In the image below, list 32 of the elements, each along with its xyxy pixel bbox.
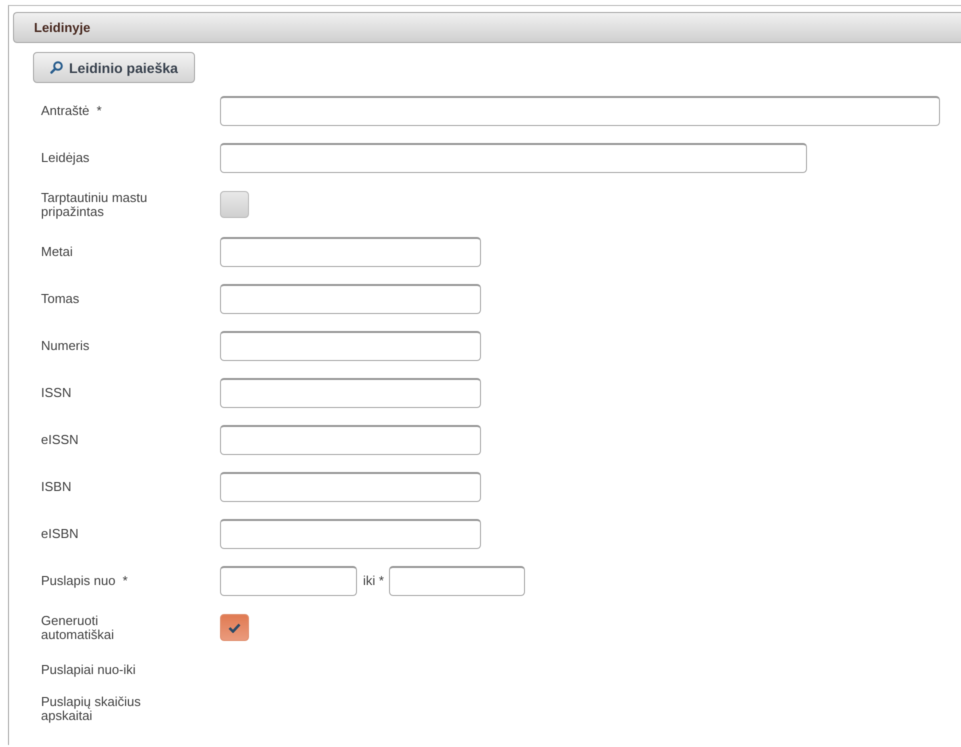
- panel-header: Leidinyje: [13, 12, 961, 43]
- field-label: Antraštė *: [41, 104, 103, 118]
- checkbox[interactable]: [220, 191, 249, 218]
- text-field[interactable]: [220, 142, 807, 172]
- field-label: eISBN: [41, 526, 80, 540]
- field-label: ISSN: [41, 386, 72, 400]
- search-icon: [50, 61, 63, 74]
- search-button[interactable]: Leidinio paieška: [33, 52, 195, 83]
- text-field[interactable]: [220, 518, 481, 548]
- field-label: Metai: [41, 244, 74, 258]
- text-field[interactable]: [220, 424, 481, 454]
- check-icon: [228, 622, 241, 632]
- checkbox[interactable]: [220, 614, 249, 641]
- text-field[interactable]: [220, 472, 481, 502]
- field-label: Puslapių skaičius apskaitai: [41, 695, 142, 723]
- text-field[interactable]: [220, 330, 481, 360]
- field-label: Tomas: [41, 292, 80, 306]
- field-label: Leidėjas: [41, 150, 90, 164]
- field-label: eISSN: [41, 432, 80, 446]
- field-label: Generuoti automatiškai: [41, 614, 115, 642]
- field-label: Puslapis nuo *: [41, 574, 129, 588]
- field-label: Numeris: [41, 338, 90, 352]
- text-field[interactable]: [220, 566, 357, 596]
- field-label: ISBN: [41, 480, 72, 494]
- text-field[interactable]: [388, 566, 525, 596]
- text-field[interactable]: [220, 236, 481, 266]
- field-label: iki *: [363, 573, 384, 588]
- field-label: Tarptautiniu mastu pripažintas: [41, 190, 148, 218]
- text-field[interactable]: [220, 378, 481, 408]
- text-field[interactable]: [220, 284, 481, 314]
- text-field[interactable]: [220, 96, 940, 126]
- field-label: Puslapiai nuo-iki: [41, 663, 137, 677]
